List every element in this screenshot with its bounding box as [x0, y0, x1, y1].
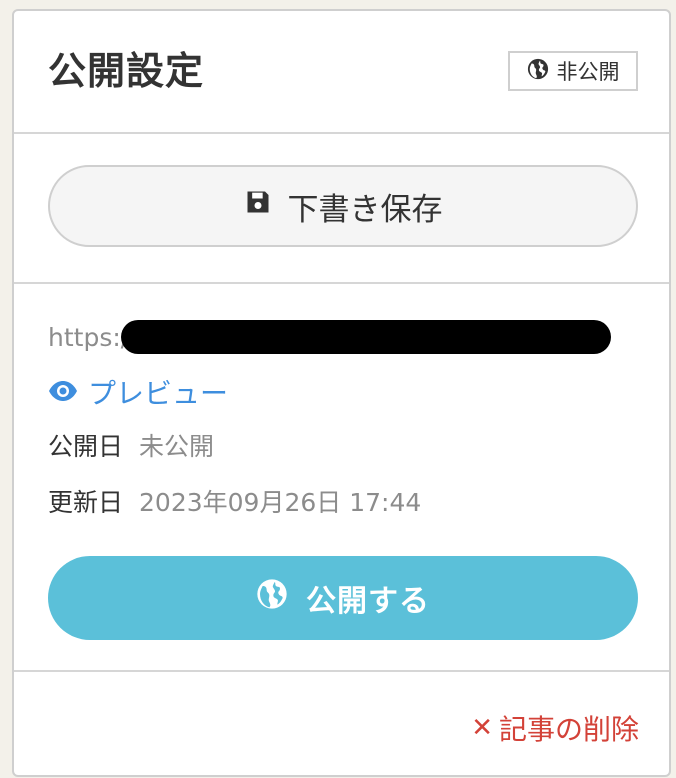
- url-redaction: [121, 320, 612, 354]
- status-badge: 非公開: [508, 51, 638, 91]
- preview-link[interactable]: プレビュー: [48, 372, 228, 412]
- updated-date-value: 2023年09月26日 17:44: [139, 488, 422, 517]
- article-url[interactable]: https:/: [48, 320, 628, 354]
- save-icon: [244, 188, 272, 224]
- close-icon: ✕: [471, 713, 493, 743]
- eye-icon: [48, 376, 78, 409]
- preview-label: プレビュー: [88, 377, 229, 410]
- save-draft-label: 下書き保存: [287, 191, 443, 228]
- publish-settings-panel: 公開設定 非公開 下書き保存 https:/ プレビュー 公開日 未公開 更新日…: [12, 9, 671, 777]
- globe-icon: [527, 58, 549, 85]
- updated-date-row: 更新日 2023年09月26日 17:44: [48, 486, 421, 520]
- published-date-label: 公開日: [48, 432, 124, 461]
- draft-section: 下書き保存: [14, 132, 669, 284]
- panel-header: 公開設定 非公開: [14, 11, 669, 134]
- status-badge-label: 非公開: [556, 60, 620, 84]
- globe-icon: [256, 578, 288, 618]
- article-info-section: https:/ プレビュー 公開日 未公開 更新日 2023年09月26日 17…: [14, 284, 669, 672]
- updated-date-label: 更新日: [48, 488, 124, 517]
- published-date-row: 公開日 未公開: [48, 430, 214, 464]
- delete-article-link[interactable]: ✕ 記事の削除: [471, 708, 639, 748]
- publish-button[interactable]: 公開する: [48, 556, 638, 640]
- save-draft-button[interactable]: 下書き保存: [48, 165, 638, 247]
- panel-footer: ✕ 記事の削除: [14, 672, 669, 775]
- url-prefix: https:/: [48, 322, 130, 352]
- published-date-value: 未公開: [139, 432, 215, 461]
- panel-title: 公開設定: [48, 49, 205, 93]
- delete-article-label: 記事の削除: [498, 713, 639, 746]
- publish-label: 公開する: [306, 584, 430, 619]
